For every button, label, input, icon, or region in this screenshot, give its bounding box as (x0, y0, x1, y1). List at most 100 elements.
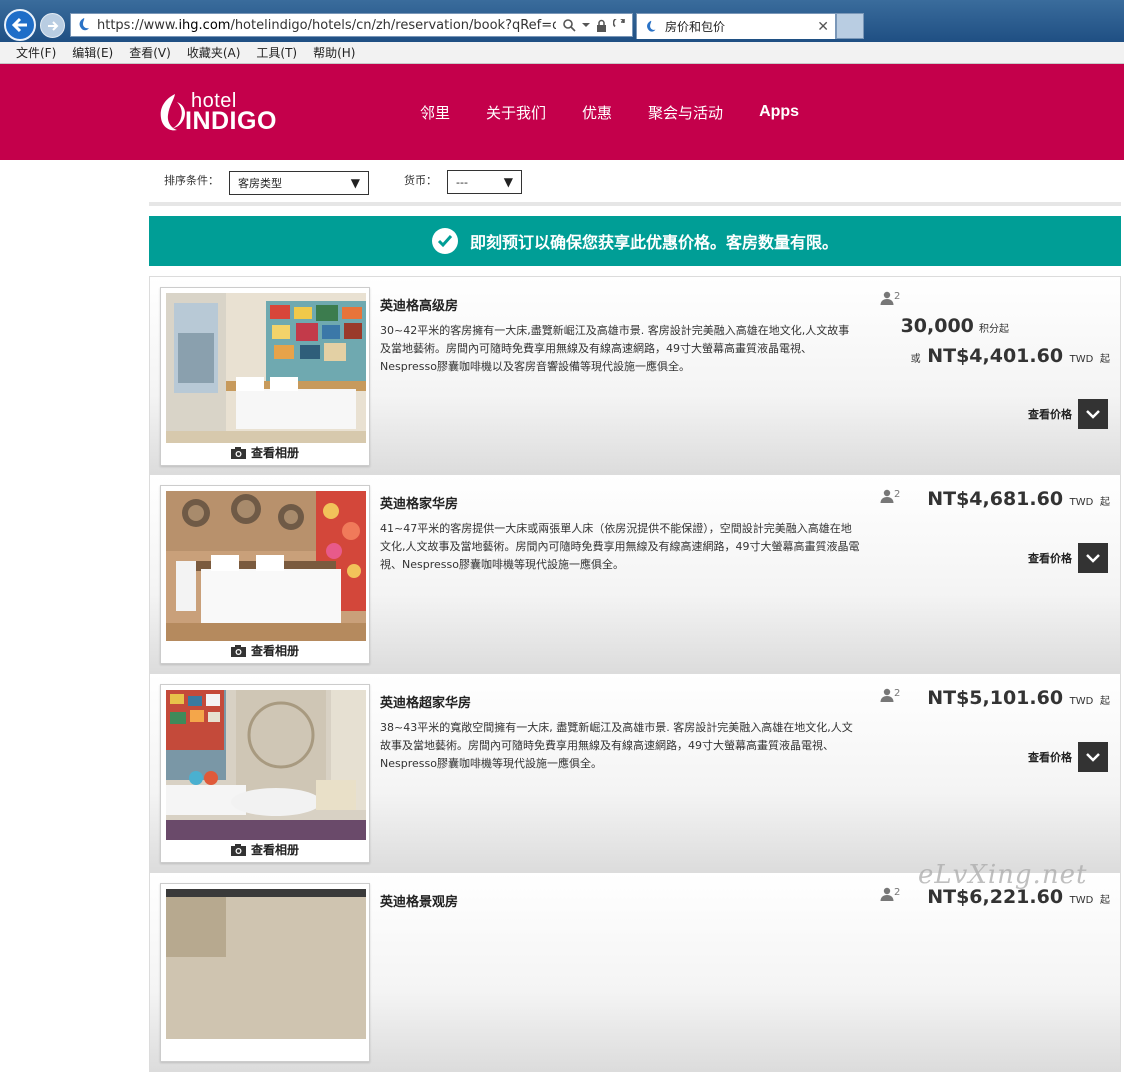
view-price-label: 查看价格 (1028, 751, 1072, 764)
album-label: 查看相册 (250, 446, 299, 460)
menu-favorites[interactable]: 收藏夹(A) (179, 44, 249, 61)
room-title[interactable]: 英迪格家华房 (380, 493, 458, 512)
camera-icon (230, 644, 246, 657)
sort-label: 排序条件： (164, 174, 219, 187)
search-icon[interactable] (562, 18, 576, 32)
room-title[interactable]: 英迪格景观房 (380, 891, 458, 910)
menu-bar: 文件(F) 编辑(E) 查看(V) 收藏夹(A) 工具(T) 帮助(H) (0, 42, 1124, 64)
nav-about[interactable]: 关于我们 (486, 102, 546, 123)
ihg-favicon-icon (647, 20, 656, 32)
view-price-label: 查看价格 (1028, 408, 1072, 421)
currency-label: 货币： (404, 174, 437, 187)
points-price: 30,000 积分起 (901, 315, 1009, 337)
album-label: 查看相册 (250, 644, 299, 658)
album-label: 查看相册 (250, 843, 299, 857)
nav-neighborhood[interactable]: 邻里 (420, 102, 450, 123)
price-value: NT$4,401.60 (927, 345, 1064, 367)
room-photo-card: 查看相册 (160, 684, 370, 863)
checkmark-icon (431, 228, 458, 254)
indigo-leaf-logo-icon (160, 94, 185, 131)
room-description: 41~47平米的客房提供一大床或兩張單人床（依房況提供不能保證），空間設計完美融… (380, 522, 860, 571)
points-value: 30,000 (900, 315, 974, 337)
menu-help[interactable]: 帮助(H) (305, 44, 363, 61)
currency-code: TWD (1069, 895, 1094, 906)
from-label: 起 (1100, 696, 1110, 707)
occupancy-indicator: 2 (880, 688, 900, 702)
person-icon (880, 887, 894, 901)
room-photo-card: 查看相册 (160, 485, 370, 664)
forward-button[interactable] (40, 13, 65, 38)
view-price-button[interactable]: 查看价格 (1028, 742, 1108, 772)
room-title[interactable]: 英迪格高级房 (380, 295, 458, 314)
room-card: 英迪格景观房 2 NT$6,221.60 TWD 起 (149, 873, 1121, 1072)
nav-meetings[interactable]: 聚会与活动 (648, 102, 723, 123)
tab-title: 房价和包价 (665, 20, 726, 34)
currency-code: TWD (1069, 354, 1094, 365)
or-label: 或 (910, 354, 921, 365)
occupancy-count: 2 (894, 291, 901, 302)
currency-code: TWD (1069, 497, 1094, 508)
promo-text: 即刻预订以确保您获享此优惠价格。客房数量有限。 (469, 233, 838, 252)
chevron-down-icon[interactable] (1078, 742, 1108, 772)
occupancy-indicator: 2 (880, 887, 900, 901)
currency-select[interactable]: --- ▼ (447, 170, 522, 194)
menu-file[interactable]: 文件(F) (8, 44, 64, 61)
refresh-icon[interactable] (613, 18, 626, 32)
logo-indigo-text: INDIGO (185, 107, 277, 135)
chevron-down-icon[interactable] (1078, 399, 1108, 429)
occupancy-count: 2 (894, 688, 901, 699)
chevron-down-icon[interactable] (1078, 543, 1108, 573)
price-value: NT$4,681.60 (927, 488, 1064, 510)
watermark: eLvXing.net (918, 860, 1088, 890)
points-suffix: 积分起 (979, 324, 1009, 335)
arrow-left-icon (11, 17, 27, 33)
room-photo[interactable] (166, 690, 366, 840)
camera-icon (230, 843, 246, 856)
room-card: 查看相册 英迪格高级房 30~42平米的客房擁有一大床,盡覽新崛江及高雄市景. … (149, 276, 1121, 475)
view-album-link[interactable]: 查看相册 (161, 444, 369, 461)
cash-price: NT$4,681.60 TWD 起 (927, 488, 1110, 510)
room-photo[interactable] (166, 889, 366, 1039)
url-text: https://www.ihg.com/hotelindigo/hotels/c… (97, 17, 556, 33)
dropdown-arrow-icon: ▼ (350, 176, 360, 190)
close-icon[interactable]: ✕ (817, 19, 829, 35)
menu-tools[interactable]: 工具(T) (248, 44, 305, 61)
menu-edit[interactable]: 编辑(E) (64, 44, 121, 61)
room-photo-card: 查看相册 (160, 287, 370, 466)
lock-icon[interactable] (596, 19, 607, 32)
view-price-button[interactable]: 查看价格 (1028, 399, 1108, 429)
room-list: 查看相册 英迪格高级房 30~42平米的客房擁有一大床,盡覽新崛江及高雄市景. … (149, 276, 1121, 1072)
room-photo[interactable] (166, 491, 366, 641)
nav-offers[interactable]: 优惠 (582, 102, 612, 123)
occupancy-indicator: 2 (880, 291, 900, 305)
view-price-label: 查看价格 (1028, 552, 1072, 565)
new-tab-button[interactable] (836, 13, 864, 39)
back-button[interactable] (4, 9, 36, 41)
browser-tab[interactable]: 房价和包价 ✕ (636, 13, 836, 39)
view-price-button[interactable]: 查看价格 (1028, 543, 1108, 573)
room-photo-card (160, 883, 370, 1062)
sort-select[interactable]: 客房类型 ▼ (229, 171, 369, 195)
dropdown-arrow-icon: ▼ (503, 175, 513, 189)
hotel-indigo-logo[interactable]: hotel INDIGO (155, 88, 285, 138)
menu-view[interactable]: 查看(V) (121, 44, 179, 61)
room-description: 30~42平米的客房擁有一大床,盡覽新崛江及高雄市景. 客房設計完美融入高雄在地… (380, 324, 850, 373)
room-title[interactable]: 英迪格超家华房 (380, 692, 471, 711)
person-icon (880, 291, 894, 305)
ihg-favicon-icon (79, 18, 89, 31)
site-header: hotel INDIGO 邻里 关于我们 优惠 聚会与活动 Apps (0, 64, 1124, 160)
cash-price: NT$5,101.60 TWD 起 (927, 687, 1110, 709)
view-album-link[interactable]: 查看相册 (161, 642, 369, 659)
sort-select-value: 客房类型 (238, 177, 282, 190)
occupancy-count: 2 (894, 887, 901, 898)
nav-apps[interactable]: Apps (759, 103, 799, 123)
browser-chrome: https://www.ihg.com/hotelindigo/hotels/c… (0, 0, 1124, 42)
filter-bar: 排序条件： 客房类型 ▼ 货币： --- ▼ (149, 160, 1121, 206)
promo-banner: 即刻预订以确保您获享此优惠价格。客房数量有限。 (149, 216, 1121, 266)
view-album-link[interactable]: 查看相册 (161, 841, 369, 858)
address-bar[interactable]: https://www.ihg.com/hotelindigo/hotels/c… (70, 13, 633, 37)
dropdown-icon[interactable] (582, 21, 590, 29)
room-card: 查看相册 英迪格超家华房 38~43平米的寬敞空間擁有一大床, 盡覽新崛江及高雄… (149, 674, 1121, 873)
room-card: 查看相册 英迪格家华房 41~47平米的客房提供一大床或兩張單人床（依房況提供不… (149, 475, 1121, 674)
room-photo[interactable] (166, 293, 366, 443)
